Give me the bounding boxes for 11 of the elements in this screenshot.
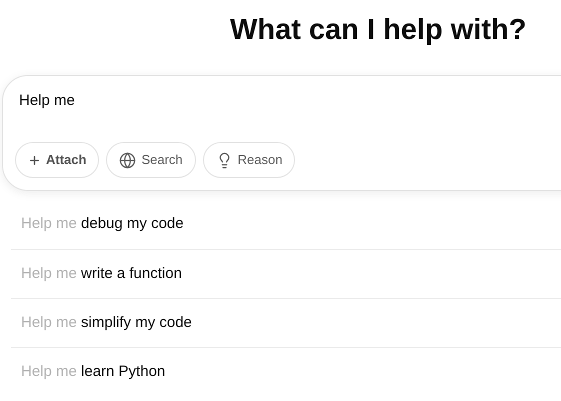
attach-button[interactable]: Attach bbox=[15, 142, 100, 178]
globe-icon bbox=[119, 152, 136, 168]
page-heading: What can I help with? bbox=[229, 13, 526, 48]
suggestion-item[interactable]: Help me learn Python bbox=[11, 347, 561, 396]
suggestion-item[interactable]: Help me write a function bbox=[11, 249, 561, 298]
message-input[interactable]: Help me bbox=[19, 90, 419, 112]
suggestion-item[interactable]: Help me simplify my code bbox=[11, 298, 561, 347]
search-button[interactable]: Search bbox=[106, 142, 196, 178]
suggestion-item[interactable]: Help me debug my code bbox=[11, 200, 561, 249]
plus-icon bbox=[28, 154, 41, 166]
reason-button[interactable]: Reason bbox=[202, 142, 296, 178]
